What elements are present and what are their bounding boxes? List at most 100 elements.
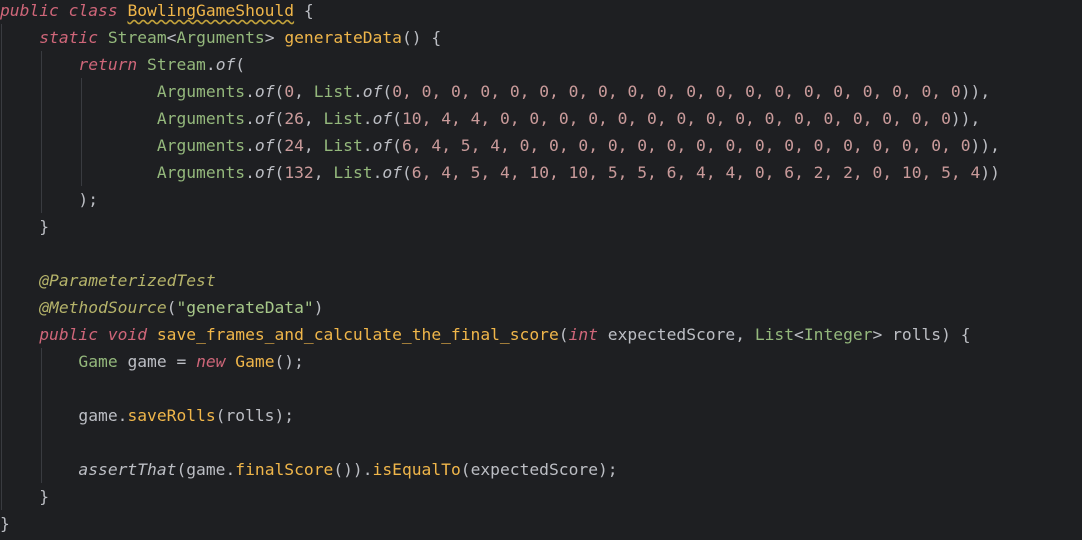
code-token: Arguments [176,28,265,47]
code-token: . [205,55,216,74]
code-line[interactable]: assertThat(game.finalScore()).isEqualTo(… [0,456,618,483]
code-line[interactable]: public void save_frames_and_calculate_th… [0,321,971,348]
code-token: of [372,109,393,128]
code-token: )), [970,136,1000,155]
code-token: (expectedScore); [460,460,618,479]
code-line[interactable]: } [0,510,10,537]
code-line[interactable]: ); [0,186,98,213]
code-token: Integer [803,325,873,344]
code-token: Arguments [156,163,246,182]
code-token: , [294,82,314,101]
code-token: ( [401,163,412,182]
code-token: . [352,82,363,101]
code-token: List [333,163,373,182]
code-token: List [323,136,363,155]
code-line[interactable]: game.saveRolls(rolls); [0,402,294,429]
code-token: Arguments [156,109,246,128]
code-token: of [215,55,236,74]
code-token: ( [274,163,285,182]
code-token: Stream [147,55,206,74]
code-line[interactable]: @ParameterizedTest [0,267,216,294]
code-token: List [313,82,353,101]
code-token: . [362,136,373,155]
code-token: isEqualTo [372,460,461,479]
code-token: "generateData" [176,298,314,317]
code-line[interactable]: Game game = new Game(); [0,348,304,375]
code-token: Arguments [156,136,246,155]
code-token: assertThat [78,460,177,479]
code-token: , [313,163,334,182]
code-token: } [0,514,10,533]
code-token: 6, 4, 5, 4, 0, 0, 0, 0, 0, 0, 0, 0, 0, 0… [401,136,971,155]
code-token: saveRolls [127,406,216,425]
code-token: int [568,325,608,344]
code-token: )) [980,163,1000,182]
code-token: game. [0,406,128,425]
code-token: 0, 0, 0, 0, 0, 0, 0, 0, 0, 0, 0, 0, 0, 0… [392,82,961,101]
code-token: Stream [107,28,167,47]
code-token: 26 [284,109,304,128]
code-token: public void [39,325,157,344]
code-token: BowlingGameShould [127,1,295,20]
code-token: ( [382,82,393,101]
code-token: 6, 4, 5, 4, 10, 10, 5, 5, 6, 4, 4, 0, 6,… [411,163,981,182]
code-token: ( [392,109,402,128]
code-token: )), [950,109,981,128]
code-token: ()). [333,460,373,479]
code-token: finalScore [235,460,334,479]
code-token: 132 [284,163,314,182]
code-token: . [372,163,383,182]
code-token: ( [558,325,569,344]
code-token: , [303,109,324,128]
code-line[interactable]: Arguments.of(132, List.of(6, 4, 5, 4, 10… [0,159,1000,186]
code-token: 10, 4, 4, 0, 0, 0, 0, 0, 0, 0, 0, 0, 0, … [401,109,951,128]
code-token: @ParameterizedTest [39,271,216,290]
code-token: 24 [284,136,304,155]
code-token: . [362,109,373,128]
code-token: of [254,109,275,128]
code-token: of [254,163,275,182]
code-token: ( [274,136,285,155]
code-token: List [754,325,795,344]
code-token: > [264,28,285,47]
code-line[interactable]: @MethodSource("generateData") [0,294,323,321]
code-line[interactable]: return Stream.of( [0,51,245,78]
code-line[interactable]: Arguments.of(24, List.of(6, 4, 5, 4, 0, … [0,132,1000,159]
code-token: (); [274,352,304,371]
code-token: (game. [176,460,236,479]
code-token: of [362,82,383,101]
code-token: () { [401,28,442,47]
code-token: < [166,28,177,47]
code-line[interactable]: } [0,483,49,510]
code-token: @MethodSource [39,298,167,317]
code-token: > rolls) { [872,325,971,344]
code-token: Arguments [156,82,246,101]
code-token: ( [235,55,246,74]
code-line[interactable]: } [0,213,49,240]
code-token: { [294,1,314,20]
code-token: ( [274,109,285,128]
code-token: ( [274,82,285,101]
code-editor[interactable]: public class BowlingGameShould { static … [0,0,1082,540]
code-token: of [372,136,393,155]
code-line[interactable]: Arguments.of(0, List.of(0, 0, 0, 0, 0, 0… [0,78,990,105]
code-line[interactable]: public class BowlingGameShould { [0,0,314,24]
code-token: ( [392,136,402,155]
code-token: )), [960,82,991,101]
code-token: generateData [284,28,402,47]
code-token: Game [235,352,275,371]
code-token: . [245,82,255,101]
code-token: new [196,352,236,371]
code-line[interactable]: static Stream<Arguments> generateData() … [0,24,441,51]
code-token: . [245,163,255,182]
code-line[interactable]: Arguments.of(26, List.of(10, 4, 4, 0, 0,… [0,105,980,132]
